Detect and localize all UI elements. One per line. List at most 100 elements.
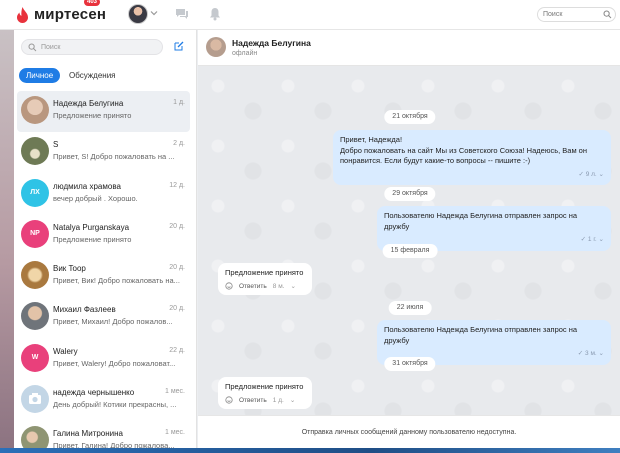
dialog-item[interactable]: Михаил Фазлеев Привет, Михаил! Добро пож… [14, 297, 197, 338]
dialog-item[interactable]: Надежда Белугина Предложение принято 1 д… [17, 91, 190, 133]
message-time: 8 м. [272, 282, 285, 290]
smile-icon[interactable] [225, 282, 233, 290]
messaging-disabled-notice: Отправка личных сообщений данному пользо… [198, 415, 620, 448]
dialog-list: Надежда Белугина Предложение принято 1 д… [14, 91, 197, 453]
dialog-date: 20 д. [169, 264, 185, 272]
dialog-date: 20 д. [169, 305, 185, 313]
chat-header: Надежда Белугина офлайн [198, 30, 620, 66]
dialog-date: 1 мес. [165, 429, 185, 437]
reply-button[interactable]: Ответить [239, 397, 267, 404]
dialog-date: 12 д. [169, 181, 185, 189]
message-time: 3 м. [585, 350, 597, 357]
dialog-name: Михаил Фазлеев [53, 305, 116, 315]
dialog-item[interactable]: NP Natalya Purganskaya Предложение приня… [14, 215, 197, 256]
message-line: Пользователю Надежда Белугина отправлен … [384, 325, 578, 345]
dialog-date: 1 мес. [165, 388, 185, 396]
logo-text: миртесен [34, 6, 107, 23]
chevron-down-icon[interactable]: ⌄ [291, 282, 296, 290]
messages-icon[interactable] [175, 8, 189, 20]
date-separator: 21 октября [384, 110, 436, 124]
avatar [21, 137, 49, 166]
message-time: 9 л. [585, 170, 597, 178]
dialogs-sidebar: Поиск Личное Обсуждения Надежда Белугина… [14, 30, 197, 453]
avatar: W [21, 343, 49, 372]
dialog-name: Natalya Purganskaya [53, 222, 130, 232]
avatar[interactable] [206, 37, 226, 57]
chat-contact-name[interactable]: Надежда Белугина [232, 38, 311, 48]
avatar [21, 385, 49, 414]
message-line: понравится. Если будут какие-то вопросы … [340, 156, 531, 165]
compose-icon[interactable] [174, 41, 184, 51]
avatar [21, 302, 49, 331]
search-icon[interactable] [603, 10, 612, 19]
dialog-item[interactable]: Вик Toop Привет, Вик! Добро пожаловать н… [14, 256, 197, 297]
incoming-message[interactable]: Предложение принято Ответить 8 м. ⌄ [218, 263, 312, 295]
avatar: ЛХ [21, 178, 49, 207]
chat-contact-status: офлайн [232, 50, 258, 57]
dialog-item[interactable]: ЛХ людмила храмова вечер добрый . Хорошо… [14, 174, 197, 215]
dialog-name: Надежда Белугина [53, 99, 124, 108]
smile-icon[interactable] [225, 396, 233, 404]
incoming-message[interactable]: Предложение принято Ответить 1 д. ⌄ [218, 377, 312, 409]
taskbar-edge [0, 448, 620, 453]
dialog-item[interactable]: W Walery Привет, Walery! Добро пожаловат… [14, 339, 197, 380]
search-icon [28, 43, 37, 52]
dialog-name: людмила храмова [53, 181, 121, 191]
user-avatar[interactable] [128, 4, 148, 24]
dialog-date: 22 д. [169, 346, 185, 354]
dialog-snippet: Привет, Михаил! Добро пожалов... [53, 317, 173, 327]
message-line: Добро пожаловать на сайт Мы из Советског… [340, 145, 587, 155]
decorative-background-strip [0, 30, 14, 453]
message-text: Предложение принято [225, 268, 304, 277]
dialog-name: Walery [53, 346, 78, 356]
date-separator: 29 октября [384, 187, 436, 201]
dialog-snippet: Привет, Вик! Добро пожаловать на... [53, 276, 180, 286]
flame-icon [17, 6, 28, 23]
dialog-name: Галина Митронина [53, 429, 124, 439]
message-actions: Ответить 8 м. ⌄ [225, 282, 305, 290]
message-time: 1 д. [272, 396, 284, 404]
top-search-input[interactable]: Поиск [537, 7, 616, 22]
date-separator: 31 октября [384, 357, 436, 371]
dialogs-search-placeholder: Поиск [41, 44, 61, 51]
avatar [21, 261, 49, 290]
message-meta: ✓ 9 л. ⌄ [578, 170, 604, 178]
dialog-date: 20 д. [169, 222, 185, 230]
chevron-down-icon[interactable]: ⌄ [290, 396, 295, 404]
chevron-down-icon[interactable] [150, 9, 158, 17]
bell-icon[interactable] [209, 7, 221, 21]
notification-count-badge: 403 [84, 0, 101, 6]
dialog-item[interactable]: надежда чернышенко День добрый! Котики п… [14, 380, 197, 421]
top-search-placeholder: Поиск [543, 11, 563, 18]
dialog-name: Вик Toop [53, 264, 86, 274]
reply-button[interactable]: Ответить [239, 283, 267, 290]
tab-discussions[interactable]: Обсуждения [62, 68, 123, 83]
dialog-name: надежда чернышенко [53, 388, 135, 398]
message-line: Привет, Надежда! [340, 135, 403, 144]
top-bar: миртесен 403 Поиск [0, 0, 620, 30]
dialogs-search-input[interactable]: Поиск [21, 39, 163, 55]
date-separator: 15 февраля [382, 244, 438, 258]
dialog-date: 2 д. [173, 140, 185, 148]
message-text: Предложение принято [225, 382, 304, 391]
message-actions: Ответить 1 д. ⌄ [225, 396, 305, 404]
dialog-name: S [53, 140, 59, 150]
outgoing-message[interactable]: Привет, Надежда! Добро пожаловать на сай… [333, 130, 611, 185]
message-time: 1 г. [587, 236, 597, 243]
dialog-snippet: Предложение принято [53, 111, 132, 120]
site-logo[interactable]: миртесен [16, 6, 106, 23]
tab-personal[interactable]: Личное [19, 68, 61, 83]
camera-icon [29, 393, 41, 405]
message-thread: 21 октября Привет, Надежда! Добро пожало… [198, 66, 620, 415]
avatar [21, 96, 49, 124]
dialog-snippet: вечер добрый . Хорошо. [53, 193, 138, 203]
message-line: Пользователю Надежда Белугина отправлен … [384, 211, 578, 231]
date-separator: 22 июля [388, 301, 432, 315]
dialog-snippet: Привет, S! Добро пожаловать на ... [53, 152, 175, 162]
dialog-item[interactable]: S Привет, S! Добро пожаловать на ... 2 д… [14, 132, 197, 173]
dialog-snippet: Предложение принято [53, 234, 132, 244]
avatar: NP [21, 219, 49, 248]
dialog-snippet: День добрый! Котики прекрасны, ... [53, 400, 177, 410]
dialog-date: 1 д. [173, 99, 185, 106]
dialog-snippet: Привет, Walery! Добро пожаловат... [53, 358, 176, 368]
